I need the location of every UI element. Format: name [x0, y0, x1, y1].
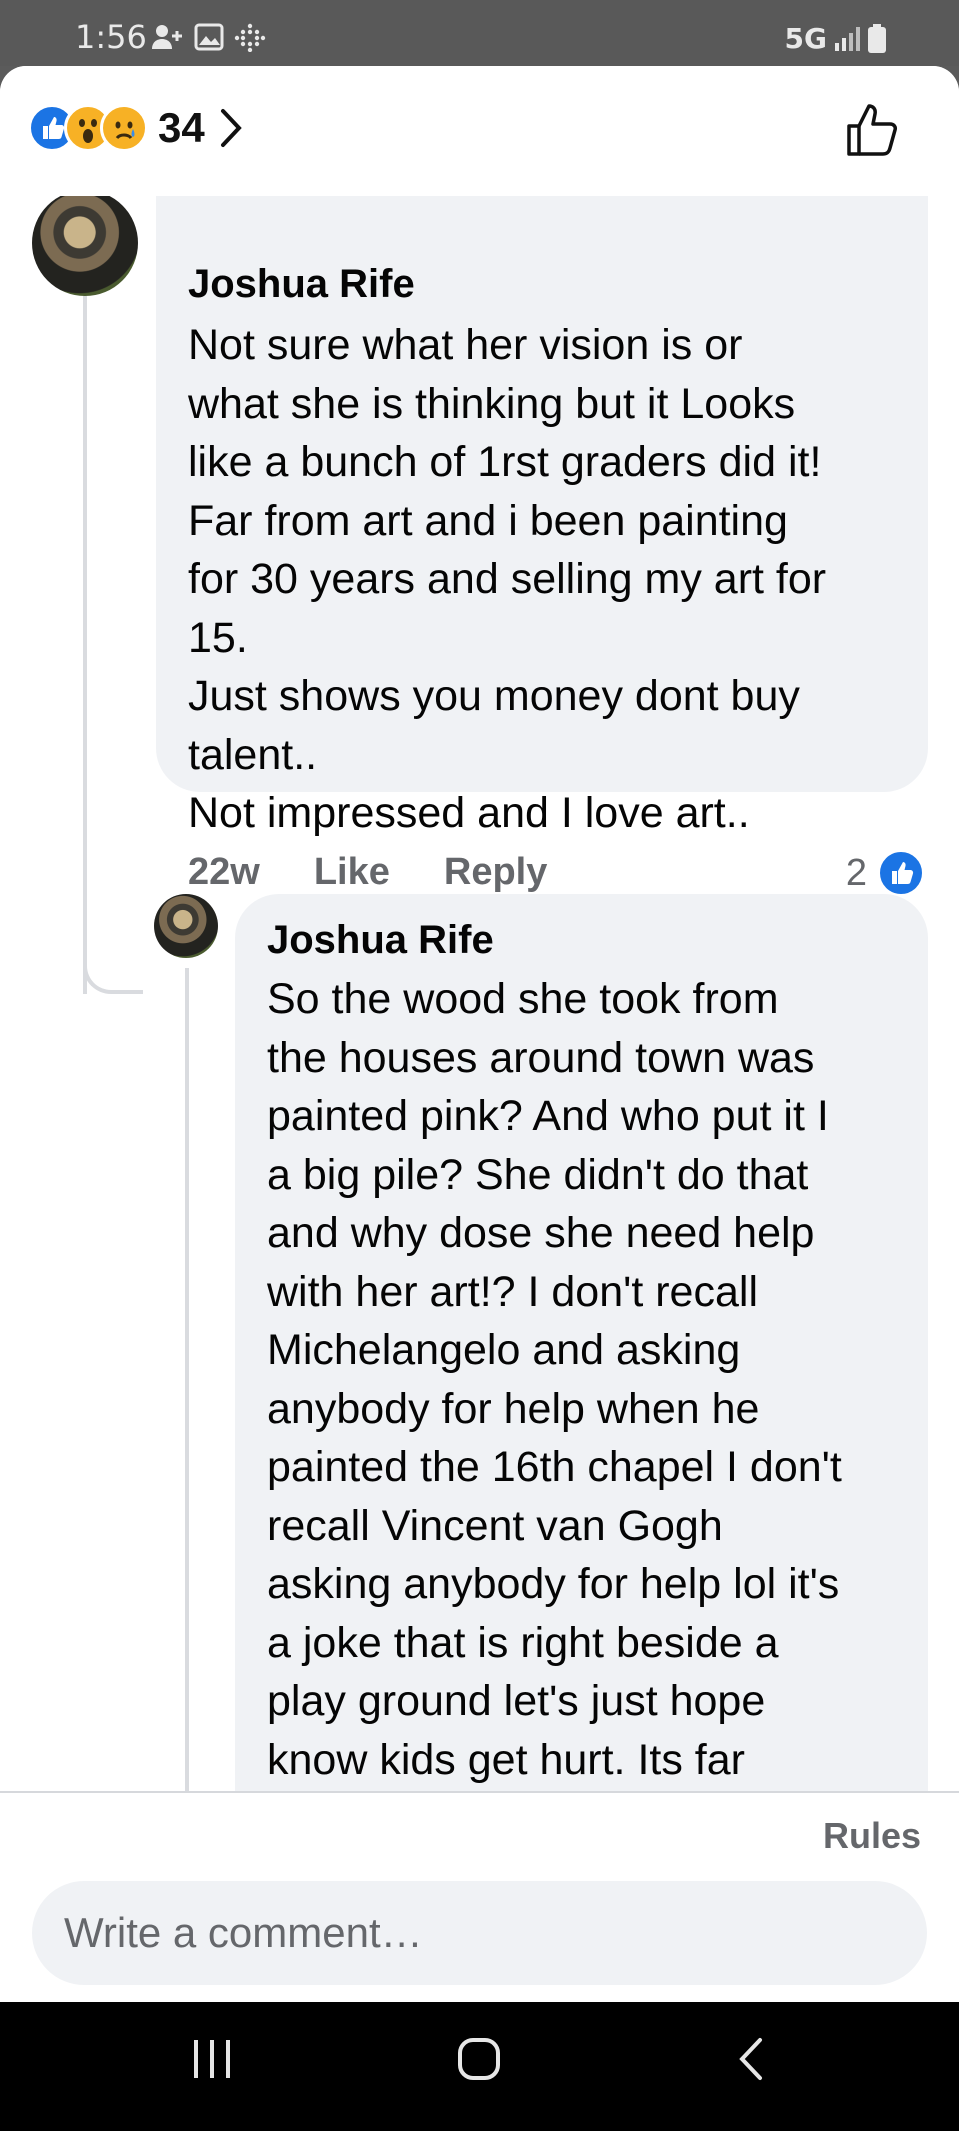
home-icon [458, 2038, 500, 2080]
image-icon [194, 23, 224, 51]
chevron-right-icon [220, 109, 242, 147]
like-post-button[interactable] [843, 100, 903, 160]
like-badge-icon [877, 849, 925, 897]
notification-icons [150, 22, 266, 52]
status-time: 1:56 [75, 18, 147, 56]
system-nav-bar [0, 2002, 959, 2131]
battery-icon [868, 23, 886, 53]
status-bar: 1:56 5G [0, 0, 959, 66]
home-button[interactable] [456, 2036, 502, 2087]
sad-reaction-icon [100, 104, 148, 152]
back-icon [739, 2038, 762, 2080]
comment-actions: 22w Like Reply [188, 851, 601, 894]
network-label: 5G [784, 22, 827, 55]
reply-button[interactable]: Reply [444, 851, 547, 894]
comment-bubble: Joshua Rife Not sure what her vision is … [156, 176, 928, 837]
thread-line [83, 294, 87, 994]
thumbs-up-icon [847, 104, 897, 156]
reply-text: So the wood she took from the houses aro… [267, 975, 842, 1784]
avatar[interactable] [32, 190, 138, 296]
recent-apps-button[interactable] [190, 2036, 234, 2087]
reply-author[interactable]: Joshua Rife [267, 916, 494, 964]
reply-avatar[interactable] [154, 894, 218, 958]
dots-grid-icon [234, 23, 266, 52]
comment-composer: Rules [0, 1791, 959, 2002]
sheet-header: 34 [0, 66, 959, 196]
thread-connector [83, 894, 143, 994]
comment-input[interactable] [32, 1881, 927, 1985]
comments-sheet: 34 Joshua Rife Not sure what her vision … [0, 66, 959, 2002]
comment-likes[interactable]: 2 [846, 849, 925, 897]
reactions-count: 34 [158, 104, 205, 151]
back-button[interactable] [736, 2036, 766, 2087]
comment-age: 22w [188, 851, 260, 893]
comment-author[interactable]: Joshua Rife [188, 260, 415, 308]
reactions-summary[interactable]: 34 [28, 104, 243, 152]
network-status: 5G [785, 22, 887, 55]
person-add-icon [152, 25, 182, 49]
comment-text: Not sure what her vision is or what she … [188, 321, 827, 837]
like-comment-button[interactable]: Like [314, 851, 390, 894]
recent-apps-icon [194, 2040, 230, 2078]
signal-icon [835, 26, 860, 51]
rules-link[interactable]: Rules [823, 1815, 921, 1857]
comment-like-count: 2 [845, 851, 867, 894]
